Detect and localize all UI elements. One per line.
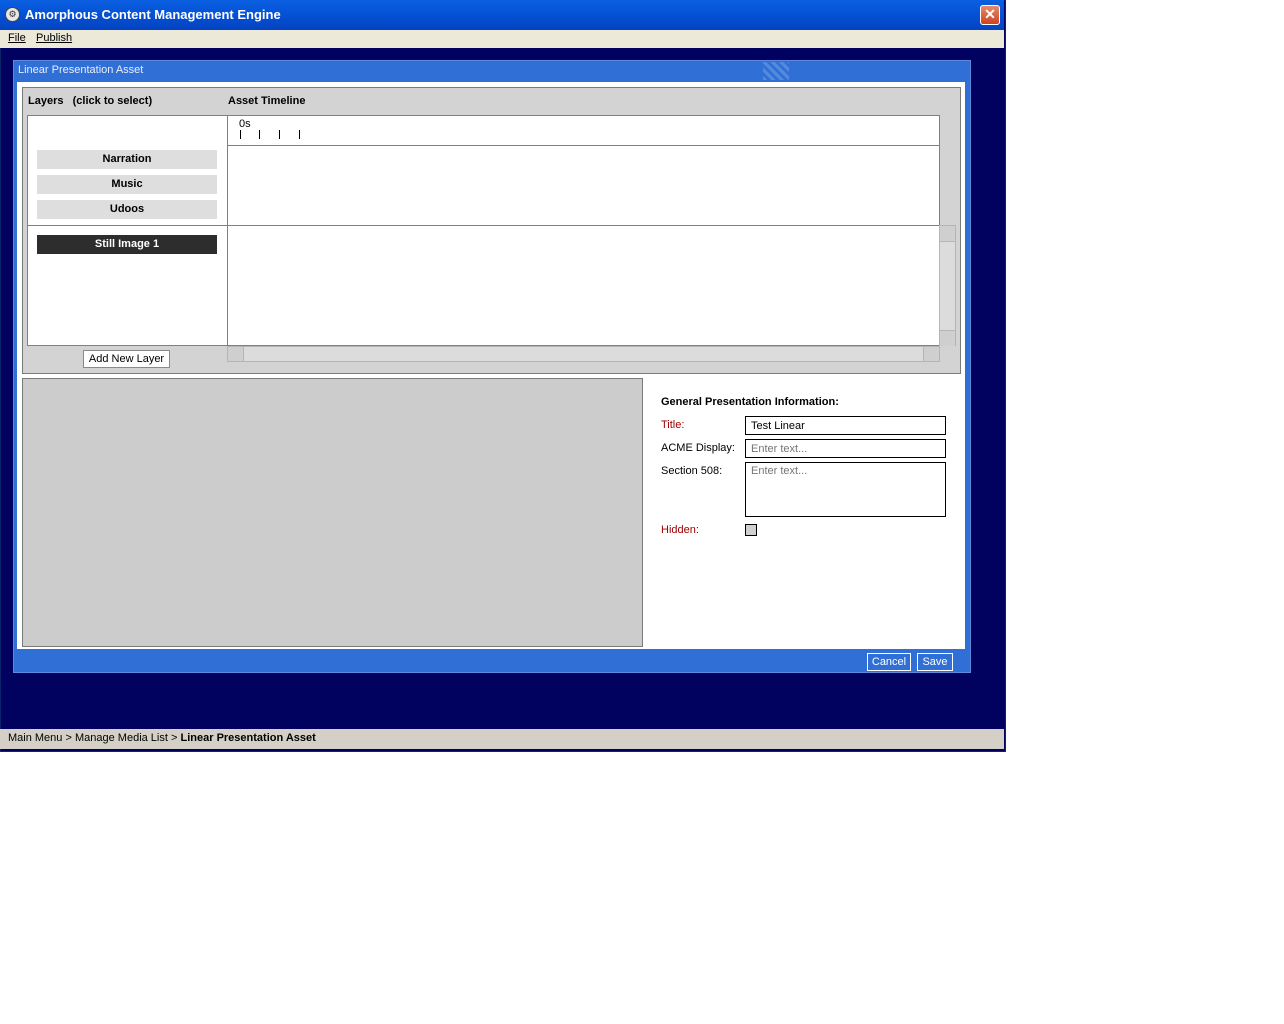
breadcrumb-manage-media-list[interactable]: Manage Media List [75, 732, 168, 744]
scroll-down-button[interactable] [940, 330, 955, 346]
close-button[interactable]: ✕ [980, 5, 1000, 25]
menu-file[interactable]: File [8, 32, 26, 44]
timeline-layer-divider [227, 225, 940, 226]
hidden-label: Hidden: [661, 524, 699, 536]
menu-publish-label: Publish [36, 32, 73, 44]
app-title: Amorphous Content Management Engine [25, 7, 281, 22]
timeline-vertical-scrollbar[interactable] [939, 225, 956, 346]
timeline-tick [259, 130, 260, 139]
breadcrumb-separator: > [171, 732, 178, 744]
add-new-layer-button[interactable]: Add New Layer [83, 350, 170, 368]
section-508-label: Section 508: [661, 465, 723, 477]
breadcrumb-separator: > [65, 732, 72, 744]
section-508-field[interactable] [745, 462, 946, 517]
title-bar[interactable]: ⚙ Amorphous Content Management Engine ✕ [0, 0, 1004, 30]
timeline-ruler-divider [227, 145, 940, 146]
cancel-button[interactable]: Cancel [867, 653, 911, 671]
info-heading: General Presentation Information: [661, 396, 839, 408]
menu-publish[interactable]: Publish [36, 32, 72, 44]
layer-narration[interactable]: Narration [37, 150, 217, 169]
layer-udoos[interactable]: Udoos [37, 200, 217, 219]
layer-still-image-1[interactable]: Still Image 1 [37, 235, 217, 254]
preview-area [22, 378, 643, 647]
timeline-zero-label: 0s [239, 118, 251, 130]
layer-music[interactable]: Music [37, 175, 217, 194]
scroll-right-button[interactable] [923, 347, 939, 361]
layer-list-divider [27, 225, 228, 226]
breadcrumb-current: Linear Presentation Asset [180, 732, 316, 744]
layers-header: Layers (click to select) [28, 95, 152, 107]
scroll-left-button[interactable] [228, 347, 244, 361]
timeline-tick [279, 130, 280, 139]
timeline-tick [240, 130, 241, 139]
acme-display-field[interactable] [745, 439, 946, 458]
timeline-horizontal-scrollbar[interactable] [227, 346, 940, 362]
title-label: Title: [661, 419, 685, 431]
breadcrumb: Main Menu > Manage Media List > Linear P… [8, 732, 316, 744]
menu-bar: File Publish [0, 30, 1004, 48]
title-field[interactable] [745, 416, 946, 435]
dialog-title-pattern [763, 62, 789, 80]
dialog-title: Linear Presentation Asset [18, 64, 144, 76]
acme-display-label: ACME Display: [661, 442, 735, 454]
app-gear-icon: ⚙ [5, 7, 20, 22]
layers-header-label: Layers (click to select) [28, 95, 153, 107]
save-button[interactable]: Save [917, 653, 953, 671]
scroll-up-button[interactable] [940, 226, 955, 242]
asset-timeline[interactable] [227, 115, 940, 346]
timeline-header: Asset Timeline [228, 95, 306, 107]
breadcrumb-main-menu[interactable]: Main Menu [8, 732, 62, 744]
hidden-checkbox[interactable] [745, 524, 757, 536]
menu-file-label: File [8, 32, 26, 44]
timeline-tick [299, 130, 300, 139]
